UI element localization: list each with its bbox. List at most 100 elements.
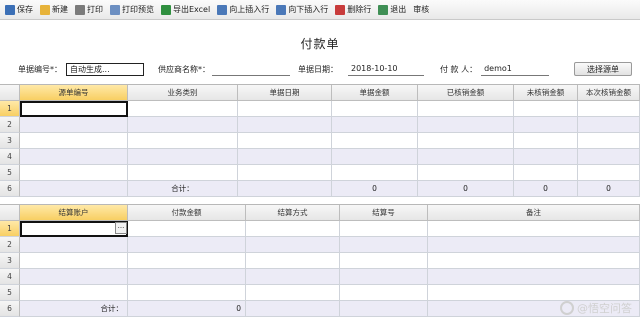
table-cell[interactable] xyxy=(578,117,640,133)
supplier-field[interactable] xyxy=(212,63,290,76)
table-cell[interactable] xyxy=(332,165,418,181)
col-header-business-type[interactable]: 业务类别 xyxy=(128,85,238,101)
table-cell[interactable] xyxy=(128,221,246,237)
table-cell[interactable] xyxy=(340,221,428,237)
col-header-settlement-account[interactable]: 结算账户 xyxy=(20,205,128,221)
exit-button-label: 退出 xyxy=(390,5,407,14)
col-header-settlement-no[interactable]: 结算号 xyxy=(340,205,428,221)
table-row: 5 xyxy=(0,165,640,181)
table-cell[interactable] xyxy=(340,237,428,253)
table-cell[interactable] xyxy=(428,253,640,269)
print-button[interactable]: 打印 xyxy=(72,2,106,18)
exit-button[interactable]: 退出 xyxy=(375,2,409,18)
col-header-written-off[interactable]: 已核销金额 xyxy=(418,85,514,101)
table-cell[interactable] xyxy=(246,269,340,285)
table-cell[interactable] xyxy=(340,285,428,301)
row-number: 2 xyxy=(0,117,20,133)
table-cell[interactable] xyxy=(246,285,340,301)
col-header-doc-amount[interactable]: 单据金额 xyxy=(332,85,418,101)
table-cell[interactable] xyxy=(128,165,238,181)
source-grid-header: 源单编号 业务类别 单据日期 单据金额 已核销金额 未核销金额 本次核销金额 xyxy=(0,85,640,101)
col-header-remark[interactable]: 备注 xyxy=(428,205,640,221)
table-cell[interactable] xyxy=(332,101,418,117)
table-cell[interactable] xyxy=(418,133,514,149)
table-cell[interactable] xyxy=(128,117,238,133)
table-cell[interactable] xyxy=(340,253,428,269)
table-cell[interactable] xyxy=(418,101,514,117)
table-cell[interactable] xyxy=(128,285,246,301)
settlement-account-cell[interactable]: ··· xyxy=(20,221,128,237)
col-header-payment-amount[interactable]: 付款金额 xyxy=(128,205,246,221)
total-current-write-off: 0 xyxy=(578,181,640,197)
save-button[interactable]: 保存 xyxy=(2,2,36,18)
select-source-button[interactable]: 选择源单 xyxy=(574,62,632,76)
audit-button[interactable]: 审核 xyxy=(410,2,432,18)
payer-label: 付 款 人： xyxy=(440,64,478,74)
delete-row-icon xyxy=(335,4,346,15)
table-cell[interactable] xyxy=(128,133,238,149)
table-cell[interactable] xyxy=(238,101,332,117)
table-cell[interactable] xyxy=(20,237,128,253)
table-cell[interactable] xyxy=(20,165,128,181)
table-cell[interactable] xyxy=(340,269,428,285)
total-label: 合计： xyxy=(20,301,128,317)
table-cell[interactable] xyxy=(428,269,640,285)
table-cell[interactable] xyxy=(20,253,128,269)
table-cell[interactable] xyxy=(238,117,332,133)
table-cell[interactable] xyxy=(578,101,640,117)
doc-no-field[interactable]: 自动生成... xyxy=(66,62,144,76)
table-cell[interactable] xyxy=(514,149,578,165)
table-cell[interactable] xyxy=(578,149,640,165)
watermark: @悟空问答 xyxy=(560,300,632,316)
export-excel-button[interactable]: 导出Excel xyxy=(158,2,213,18)
table-cell[interactable] xyxy=(128,253,246,269)
corner-cell xyxy=(0,85,20,101)
table-cell[interactable] xyxy=(428,285,640,301)
table-cell[interactable] xyxy=(514,117,578,133)
table-cell[interactable] xyxy=(418,165,514,181)
table-cell[interactable] xyxy=(578,133,640,149)
col-header-settlement-method[interactable]: 结算方式 xyxy=(246,205,340,221)
table-cell[interactable] xyxy=(20,285,128,301)
table-cell[interactable] xyxy=(418,117,514,133)
col-header-current-write-off[interactable]: 本次核销金额 xyxy=(578,85,640,101)
table-cell[interactable] xyxy=(332,133,418,149)
table-cell[interactable] xyxy=(246,253,340,269)
table-cell[interactable] xyxy=(578,165,640,181)
table-cell[interactable] xyxy=(128,101,238,117)
table-cell[interactable] xyxy=(20,133,128,149)
date-field[interactable]: 2018-10-10 xyxy=(348,63,424,76)
table-cell[interactable] xyxy=(238,133,332,149)
payer-field[interactable]: demo1 xyxy=(481,63,550,76)
insert-row-below-button[interactable]: 向下插入行 xyxy=(273,2,331,18)
table-cell[interactable] xyxy=(128,269,246,285)
table-cell[interactable] xyxy=(514,101,578,117)
insert-row-above-button-label: 向上插入行 xyxy=(229,5,270,14)
print-preview-button[interactable]: 打印预览 xyxy=(107,2,157,18)
table-cell[interactable] xyxy=(332,117,418,133)
table-cell[interactable] xyxy=(514,133,578,149)
col-header-doc-date[interactable]: 单据日期 xyxy=(238,85,332,101)
table-cell[interactable] xyxy=(20,101,128,117)
table-cell[interactable] xyxy=(20,269,128,285)
table-cell[interactable] xyxy=(20,149,128,165)
table-cell[interactable] xyxy=(246,221,340,237)
table-cell[interactable] xyxy=(246,237,340,253)
table-cell[interactable] xyxy=(428,237,640,253)
table-cell[interactable] xyxy=(238,149,332,165)
insert-row-above-button[interactable]: 向上插入行 xyxy=(214,2,272,18)
new-button[interactable]: 新建 xyxy=(37,2,71,18)
table-cell[interactable] xyxy=(238,165,332,181)
col-header-not-written-off[interactable]: 未核销金额 xyxy=(514,85,578,101)
table-cell[interactable] xyxy=(128,149,238,165)
table-cell[interactable] xyxy=(332,149,418,165)
col-header-source-no[interactable]: 源单编号 xyxy=(20,85,128,101)
table-cell[interactable] xyxy=(428,221,640,237)
ellipsis-button[interactable]: ··· xyxy=(115,222,127,234)
table-cell[interactable] xyxy=(418,149,514,165)
table-cell[interactable] xyxy=(128,237,246,253)
table-cell[interactable] xyxy=(20,117,128,133)
delete-row-button[interactable]: 删除行 xyxy=(332,2,374,18)
table-row: 4 xyxy=(0,149,640,165)
table-cell[interactable] xyxy=(514,165,578,181)
